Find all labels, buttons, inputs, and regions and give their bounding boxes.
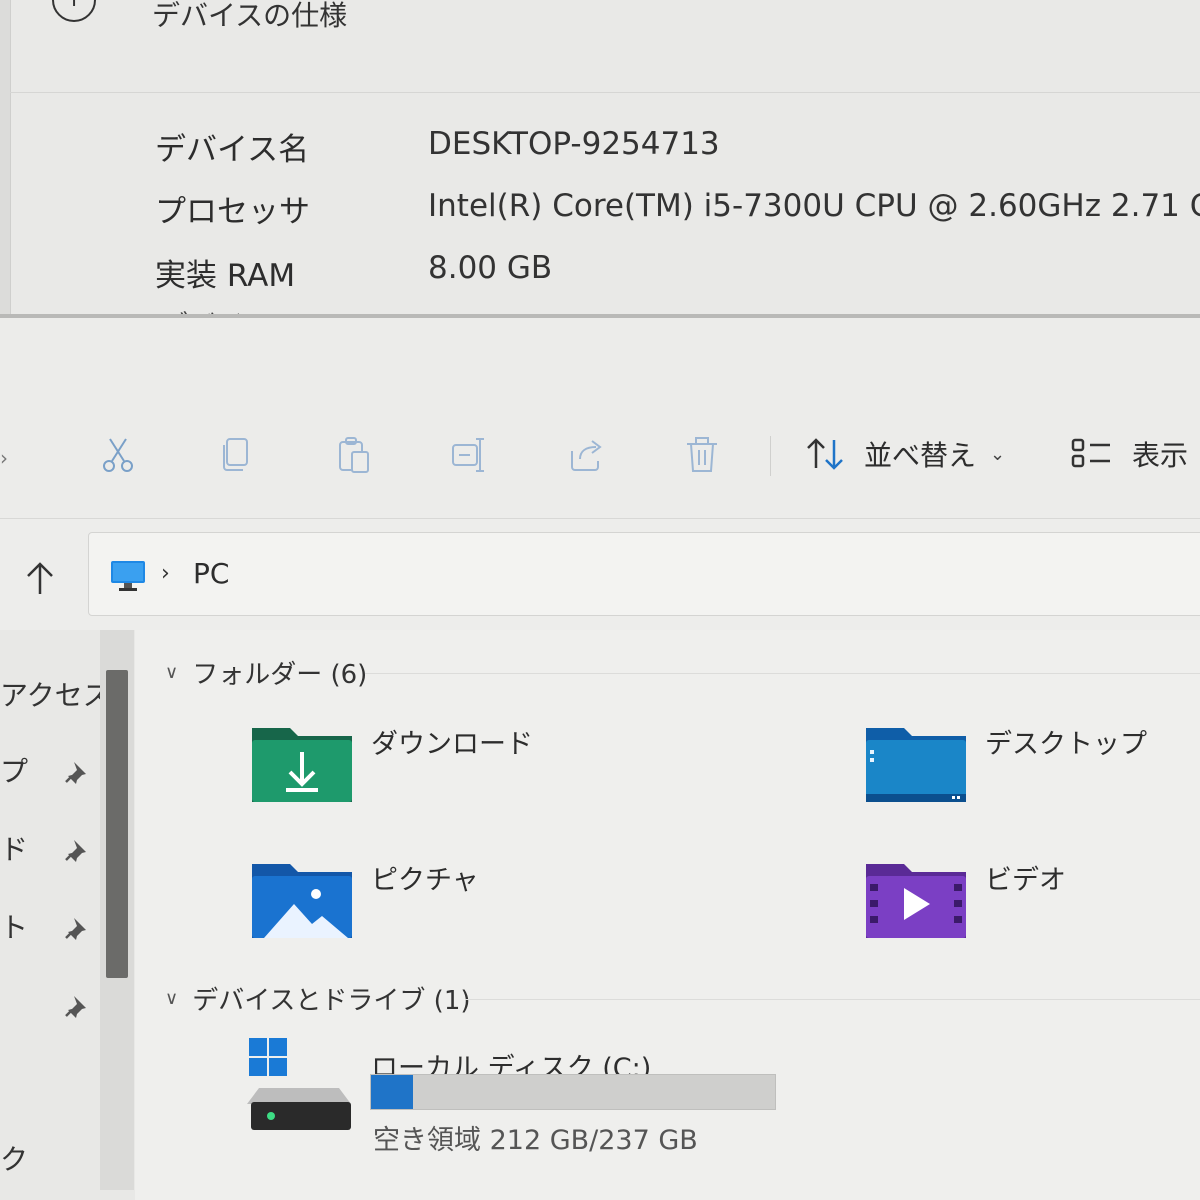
spec-label-processor: プロセッサ	[155, 194, 310, 230]
copy-button[interactable]	[214, 433, 258, 477]
drive-usage-fill	[371, 1075, 414, 1109]
copy-icon	[223, 438, 248, 471]
rename-icon	[452, 438, 484, 472]
pin-icon[interactable]	[62, 914, 90, 942]
view-button[interactable]: 表示	[1070, 430, 1188, 478]
folder-videos[interactable]	[864, 858, 974, 944]
command-bar: › 並べ替え ⌄ 表示	[0, 318, 1200, 519]
devices-group-title: デバイスとドライブ (1)	[192, 986, 471, 1016]
navigation-pane: アクセス プ ド ト ク	[0, 630, 135, 1200]
desktop-folder-icon	[866, 728, 966, 802]
paste-button[interactable]	[332, 433, 376, 477]
chevron-icon: ›	[0, 446, 8, 470]
content-pane: ∨ フォルダー (6) ダウンロード デスクトップ ピクチャ ビデオ ∨ デバイ…	[135, 630, 1200, 1200]
delete-icon	[687, 437, 717, 472]
videos-folder-icon	[866, 864, 966, 938]
address-bar[interactable]: › PC	[88, 532, 1200, 616]
download-folder-icon	[252, 728, 352, 802]
pin-icon[interactable]	[62, 758, 90, 786]
breadcrumb-separator-icon: ›	[161, 561, 170, 586]
sort-icon	[807, 438, 843, 470]
settings-window: i デバイスの仕様 デバイス名 DESKTOP-9254713 プロセッサ In…	[0, 0, 1200, 318]
pc-monitor-icon	[111, 561, 145, 591]
nav-item-network[interactable]: ク	[0, 1138, 28, 1178]
folders-group-title: フォルダー (6)	[192, 660, 368, 690]
group-divider	[465, 999, 1200, 1000]
spec-value-ram: 8.00 GB	[428, 250, 553, 286]
up-arrow-icon[interactable]	[18, 556, 62, 600]
folder-pictures[interactable]	[250, 858, 360, 944]
folder-label-pictures: ピクチャ	[371, 865, 479, 896]
sort-label: 並べ替え	[864, 439, 977, 472]
divider	[10, 92, 1200, 93]
devices-group-header[interactable]: ∨ デバイスとドライブ (1)	[165, 980, 471, 1017]
nav-item-downloads[interactable]: ド	[0, 828, 28, 868]
info-icon: i	[52, 0, 96, 22]
spec-value-processor: Intel(R) Core(TM) i5-7300U CPU @ 2.60GHz…	[428, 188, 1200, 224]
nav-item-quick-access[interactable]: アクセス	[0, 674, 111, 714]
cut-icon	[103, 438, 133, 472]
delete-button[interactable]	[680, 433, 724, 477]
view-list-icon	[1071, 438, 1110, 468]
file-explorer-window: › 並べ替え ⌄ 表示 › PC アクセス プ ド ト ク ∨ フォルダー (6…	[0, 318, 1200, 1200]
view-label: 表示	[1132, 439, 1189, 472]
group-divider	[365, 673, 1200, 674]
toolbar-separator	[770, 436, 771, 476]
drive-c[interactable]	[247, 1036, 357, 1132]
pin-icon[interactable]	[62, 836, 90, 864]
windows-drive-icon	[247, 1038, 351, 1130]
spec-value-device-name: DESKTOP-9254713	[428, 126, 720, 162]
share-button[interactable]	[564, 433, 608, 477]
chevron-down-icon: ∨	[165, 662, 179, 683]
folder-desktop[interactable]	[864, 722, 974, 808]
folder-label-downloads: ダウンロード	[371, 729, 533, 760]
share-icon	[571, 440, 602, 471]
sort-button[interactable]: 並べ替え ⌄	[804, 430, 1005, 478]
pictures-folder-icon	[252, 864, 352, 938]
window-edge	[0, 0, 11, 318]
section-title: デバイスの仕様	[152, 0, 348, 32]
pin-icon[interactable]	[62, 992, 90, 1020]
paste-icon	[339, 437, 369, 473]
chevron-down-icon: ∨	[165, 988, 179, 1009]
folder-label-videos: ビデオ	[985, 865, 1066, 896]
folder-label-desktop: デスクトップ	[985, 729, 1147, 760]
nav-item-documents[interactable]: ト	[0, 906, 28, 946]
drive-usage-bar	[370, 1074, 776, 1110]
folder-downloads[interactable]	[250, 722, 360, 808]
breadcrumb-pc[interactable]: PC	[193, 557, 229, 590]
drive-free-space: 空き領域 212 GB/237 GB	[373, 1125, 698, 1156]
nav-item-desktop[interactable]: プ	[0, 750, 28, 790]
folders-group-header[interactable]: ∨ フォルダー (6)	[165, 654, 367, 691]
rename-button[interactable]	[448, 433, 492, 477]
spec-label-device-name: デバイス名	[155, 132, 310, 168]
nav-scrollbar-thumb[interactable]	[106, 670, 128, 978]
chevron-down-icon: ⌄	[990, 443, 1006, 465]
cut-button[interactable]	[96, 433, 140, 477]
spec-label-ram: 実装 RAM	[155, 258, 296, 294]
